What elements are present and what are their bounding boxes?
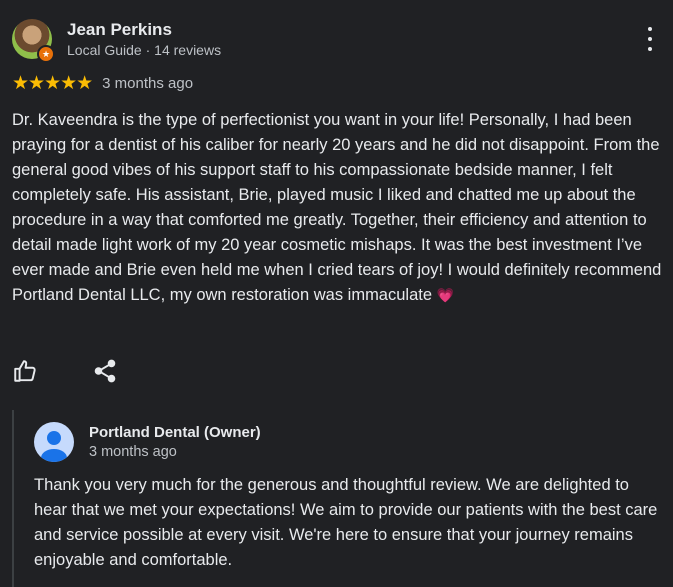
review-date: 3 months ago: [102, 74, 194, 92]
review-header: ★ Jean Perkins Local Guide · 14 reviews: [12, 19, 662, 63]
owner-reply-divider: [12, 410, 14, 587]
reviewer-subtitle: Local Guide · 14 reviews: [67, 42, 222, 58]
thumbs-up-icon[interactable]: [12, 358, 40, 386]
star-rating: ★★★★★: [12, 72, 93, 94]
local-guide-star-icon: ★: [37, 45, 55, 63]
owner-avatar: [34, 422, 74, 462]
heart-emoji: 💗: [436, 287, 455, 303]
owner-reply-text: Thank you very much for the generous and…: [34, 476, 658, 569]
owner-reply-date: 3 months ago: [89, 444, 177, 460]
rating-row: ★★★★★ 3 months ago: [12, 72, 193, 94]
review-text: Dr. Kaveendra is the type of perfectioni…: [12, 108, 664, 308]
owner-name: Portland Dental (Owner): [89, 424, 261, 441]
review-body: Dr. Kaveendra is the type of perfectioni…: [12, 111, 662, 304]
reviewer-name[interactable]: Jean Perkins: [67, 20, 172, 40]
more-vert-icon[interactable]: [641, 27, 659, 51]
share-icon[interactable]: [92, 358, 120, 386]
